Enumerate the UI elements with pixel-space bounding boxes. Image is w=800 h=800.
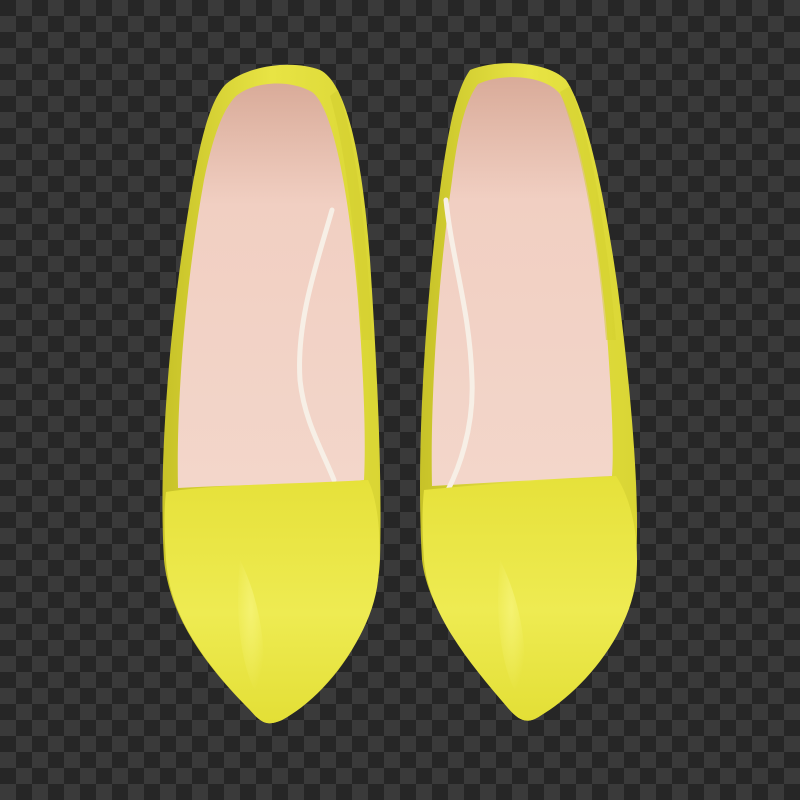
right-shoe [420, 63, 638, 721]
left-shoe [162, 64, 381, 724]
left-shoe-vamp [164, 480, 380, 724]
shoes-illustration [162, 63, 638, 724]
image-canvas [0, 0, 800, 800]
right-shoe-vamp [422, 476, 638, 721]
